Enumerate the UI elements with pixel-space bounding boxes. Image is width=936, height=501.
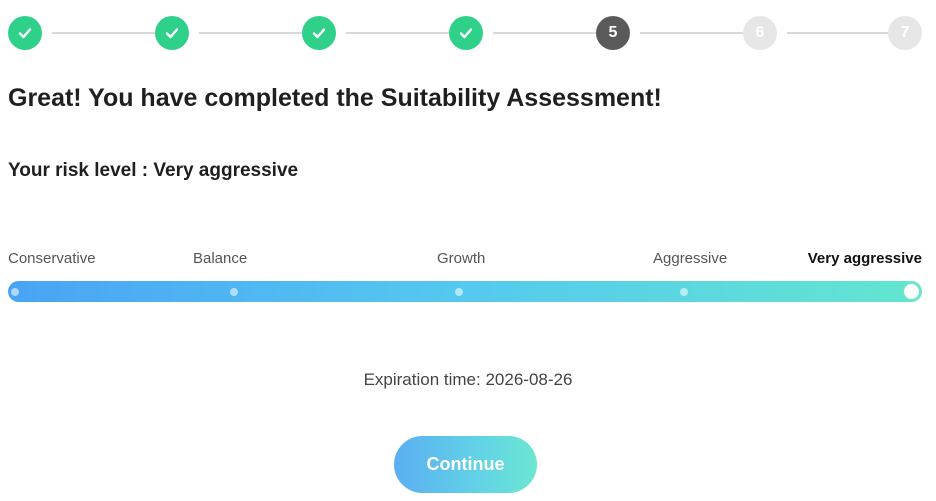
step-connector xyxy=(346,32,449,34)
risk-label-growth: Growth xyxy=(437,250,486,267)
step-number: 5 xyxy=(608,24,618,41)
check-icon xyxy=(18,28,32,39)
risk-label-aggressive: Aggressive xyxy=(653,250,728,267)
step-1-completed xyxy=(8,16,42,50)
step-connector xyxy=(52,32,155,34)
slider-tick xyxy=(680,288,688,296)
check-icon xyxy=(312,28,326,39)
check-icon xyxy=(165,28,179,39)
step-7-pending: 7 xyxy=(888,16,922,50)
step-3-completed xyxy=(302,16,336,50)
risk-level-slider xyxy=(8,281,922,302)
progress-stepper: 5 6 7 xyxy=(8,16,922,50)
step-2-completed xyxy=(155,16,189,50)
risk-level-text: Your risk level : Very aggressive xyxy=(8,160,299,181)
risk-label-very-aggressive: Very aggressive xyxy=(807,250,922,267)
step-connector xyxy=(787,32,890,34)
slider-knob xyxy=(902,282,921,301)
step-connector xyxy=(493,32,596,34)
step-5-current: 5 xyxy=(596,16,630,50)
check-icon xyxy=(459,28,473,39)
step-number: 7 xyxy=(900,24,910,41)
continue-button[interactable]: Continue xyxy=(394,436,537,493)
expiration-time: Expiration time: 2026-08-26 xyxy=(363,370,573,389)
step-connector xyxy=(640,32,743,34)
slider-tick xyxy=(11,288,19,296)
risk-label-conservative: Conservative xyxy=(8,250,96,267)
page-title: Great! You have completed the Suitabilit… xyxy=(8,84,662,112)
slider-tick xyxy=(455,288,463,296)
slider-tick xyxy=(230,288,238,296)
risk-label-balance: Balance xyxy=(193,250,248,267)
step-4-completed xyxy=(449,16,483,50)
step-6-pending: 6 xyxy=(743,16,777,50)
step-number: 6 xyxy=(755,24,765,41)
risk-scale-labels: Conservative Balance Growth Aggressive V… xyxy=(8,250,922,272)
step-connector xyxy=(199,32,302,34)
